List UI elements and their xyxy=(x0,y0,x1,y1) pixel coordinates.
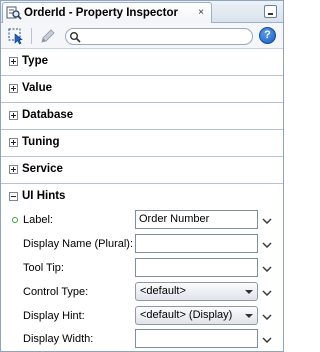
collapse-icon[interactable] xyxy=(9,192,18,201)
chevron-down-icon[interactable] xyxy=(262,240,272,248)
control-type-select[interactable]: <default> xyxy=(135,282,258,301)
required-indicator-icon xyxy=(12,217,18,223)
section-label: Value xyxy=(22,82,53,94)
search-icon xyxy=(69,31,81,46)
section-ui-hints[interactable]: UI Hints xyxy=(1,184,283,211)
property-label: Control Type: xyxy=(23,286,89,298)
label-field[interactable]: Order Number xyxy=(135,210,258,229)
search-input[interactable] xyxy=(82,30,248,43)
tab-property-inspector[interactable]: OrderId - Property Inspector × xyxy=(2,2,212,23)
property-label: Label: xyxy=(23,214,53,226)
toolbar-divider xyxy=(31,28,32,44)
chevron-down-icon[interactable] xyxy=(262,288,272,296)
property-row-display-hint: Display Hint: <default> (Display) xyxy=(1,305,283,329)
section-label: Service xyxy=(22,163,63,175)
chevron-down-icon[interactable] xyxy=(262,216,272,224)
minimize-button[interactable] xyxy=(264,5,277,18)
property-row-control-type: Control Type: <default> xyxy=(1,281,283,305)
toolbar: ? xyxy=(1,23,283,49)
tool-tip-field[interactable] xyxy=(135,258,258,277)
expand-icon[interactable] xyxy=(9,57,18,66)
search-field[interactable] xyxy=(65,28,253,45)
property-row-label: Label: Order Number xyxy=(1,209,283,233)
select-value: <default> (Display) xyxy=(140,309,233,321)
expand-icon[interactable] xyxy=(9,111,18,120)
section-label: Database xyxy=(22,109,74,121)
property-row-display-width: Display Width: xyxy=(1,328,283,352)
property-row-display-name-plural: Display Name (Plural): xyxy=(1,233,283,257)
title-bar: OrderId - Property Inspector × xyxy=(1,1,283,23)
display-hint-select[interactable]: <default> (Display) xyxy=(135,306,258,325)
display-name-plural-field[interactable] xyxy=(135,234,258,253)
pencil-icon[interactable] xyxy=(39,27,57,45)
display-width-field[interactable] xyxy=(135,329,258,348)
expand-icon[interactable] xyxy=(9,84,18,93)
section-label: UI Hints xyxy=(22,190,66,202)
dropdown-arrow-icon xyxy=(245,314,253,318)
property-row-tool-tip: Tool Tip: xyxy=(1,257,283,281)
section-label: Type xyxy=(22,55,48,67)
section-database[interactable]: Database xyxy=(1,103,283,130)
section-tuning[interactable]: Tuning xyxy=(1,130,283,157)
expand-icon[interactable] xyxy=(9,138,18,147)
help-button[interactable]: ? xyxy=(259,27,276,44)
dropdown-arrow-icon xyxy=(245,290,253,294)
select-value: <default> xyxy=(140,285,186,297)
property-inspector-icon xyxy=(6,5,22,21)
chevron-down-icon[interactable] xyxy=(262,264,272,272)
property-label: Display Hint: xyxy=(23,310,85,322)
chevron-down-icon[interactable] xyxy=(262,335,272,343)
select-element-icon[interactable] xyxy=(7,27,25,45)
expand-icon[interactable] xyxy=(9,165,18,174)
section-service[interactable]: Service xyxy=(1,157,283,184)
property-inspector-panel: OrderId - Property Inspector × ? Type Va… xyxy=(0,0,284,352)
section-type[interactable]: Type xyxy=(1,49,283,76)
property-label: Display Name (Plural): xyxy=(23,238,134,250)
tab-title: OrderId - Property Inspector xyxy=(24,7,179,19)
section-label: Tuning xyxy=(22,136,60,148)
chevron-down-icon[interactable] xyxy=(262,312,272,320)
close-icon[interactable]: × xyxy=(195,6,207,19)
section-value[interactable]: Value xyxy=(1,76,283,103)
property-label: Display Width: xyxy=(23,333,94,345)
property-label: Tool Tip: xyxy=(23,262,64,274)
